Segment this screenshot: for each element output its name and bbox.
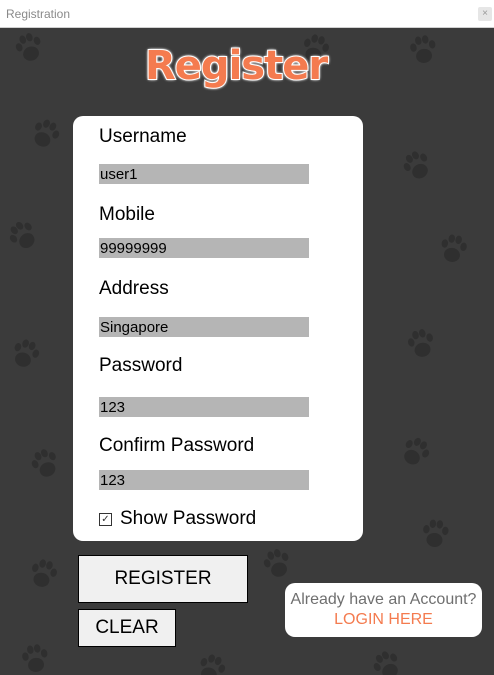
show-password-toggle[interactable]: ✓ Show Password <box>99 508 256 530</box>
show-password-label: Show Password <box>120 508 257 529</box>
paw-print-icon <box>10 338 40 368</box>
login-question: Already have an Account? <box>290 591 477 608</box>
register-button[interactable]: REGISTER <box>78 555 248 603</box>
window-title: Registration <box>6 7 71 21</box>
paw-print-icon <box>196 653 226 675</box>
paw-print-icon <box>408 34 438 64</box>
paw-print-icon <box>406 328 436 358</box>
paw-print-icon <box>30 448 60 478</box>
password-label: Password <box>99 355 183 376</box>
registration-form: Username Mobile Address Password Confirm… <box>73 116 363 541</box>
paw-print-icon <box>400 436 430 466</box>
password-field[interactable] <box>99 397 309 417</box>
paw-print-icon <box>262 548 292 578</box>
paw-print-icon <box>402 150 432 180</box>
confirm-password-field[interactable] <box>99 470 309 490</box>
confirm-password-label: Confirm Password <box>99 435 255 456</box>
checkbox-checked-icon[interactable]: ✓ <box>99 512 112 526</box>
paw-print-icon <box>28 558 58 588</box>
paw-print-icon <box>20 643 50 673</box>
title-bar: Registration × <box>0 0 494 28</box>
mobile-label: Mobile <box>99 204 155 225</box>
background: Register Username Mobile Address Passwor… <box>0 28 494 675</box>
address-label: Address <box>99 278 169 299</box>
paw-print-icon <box>8 220 38 250</box>
paw-print-icon <box>372 650 402 675</box>
close-icon[interactable]: × <box>478 7 492 21</box>
paw-print-icon <box>438 233 468 263</box>
page-title: Register <box>144 42 329 90</box>
paw-print-icon <box>421 518 450 548</box>
mobile-field[interactable] <box>99 238 309 258</box>
paw-print-icon <box>14 32 44 62</box>
clear-button[interactable]: CLEAR <box>78 609 176 647</box>
login-link[interactable]: LOGIN HERE <box>285 611 482 629</box>
address-field[interactable] <box>99 317 309 337</box>
login-prompt: Already have an Account? LOGIN HERE <box>285 583 482 637</box>
paw-print-icon <box>30 118 60 148</box>
username-label: Username <box>99 126 187 147</box>
username-field[interactable] <box>99 164 309 184</box>
